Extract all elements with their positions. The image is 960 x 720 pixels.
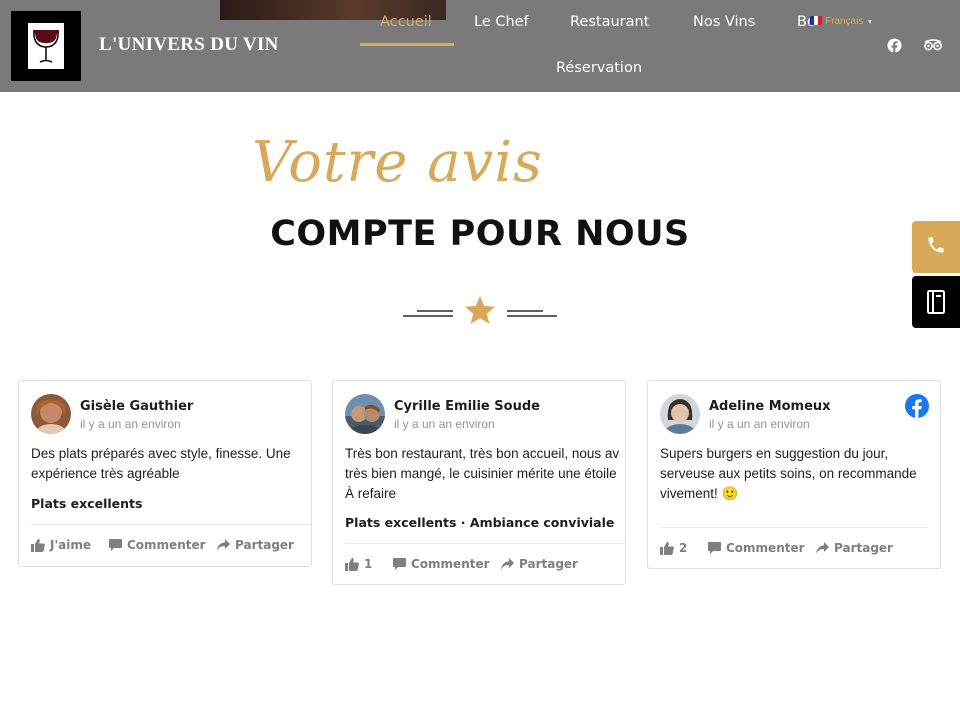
language-label: Français bbox=[825, 16, 864, 27]
review-text-line: Supers burgers en suggestion du jour, bbox=[660, 446, 889, 461]
divider bbox=[345, 543, 625, 544]
wine-glass-logo-icon bbox=[28, 23, 64, 69]
review-text-line: expérience très agréable bbox=[31, 466, 180, 481]
review-text-line: Des plats préparés avec style, finesse. … bbox=[31, 446, 291, 461]
share-icon bbox=[217, 539, 230, 551]
thumbs-up-icon bbox=[660, 541, 674, 555]
book-icon bbox=[927, 290, 945, 314]
comment-button[interactable]: Commenter bbox=[708, 541, 805, 555]
page-title: COMPTE POUR NOUS bbox=[270, 214, 690, 254]
review-text: Très bon restaurant, très bon accueil, n… bbox=[345, 444, 625, 504]
review-text-line: Très bon restaurant, très bon accueil, n… bbox=[345, 446, 620, 461]
comment-icon bbox=[393, 558, 406, 570]
avatar[interactable] bbox=[660, 394, 700, 434]
reviewer-photo-icon bbox=[345, 394, 385, 434]
comment-icon bbox=[708, 542, 721, 554]
like-count: 1 bbox=[364, 557, 373, 571]
nav-active-underline bbox=[360, 43, 454, 46]
star-divider-icon bbox=[403, 296, 557, 324]
chevron-down-icon: ▼ bbox=[866, 19, 874, 26]
share-button[interactable]: Partager bbox=[816, 541, 893, 555]
like-count: 2 bbox=[679, 541, 688, 555]
nav-le-chef[interactable]: Le Chef bbox=[474, 14, 529, 30]
like-button[interactable]: 2 bbox=[660, 541, 687, 555]
review-text-line: À refaire bbox=[345, 486, 397, 501]
divider bbox=[31, 524, 311, 525]
reviewer-name[interactable]: Adeline Momeux bbox=[709, 399, 831, 414]
reviewer-name[interactable]: Gisèle Gauthier bbox=[80, 399, 193, 414]
like-label: J'aime bbox=[50, 538, 91, 552]
like-button[interactable]: J'aime bbox=[31, 538, 91, 552]
share-label: Partager bbox=[519, 557, 578, 571]
comment-label: Commenter bbox=[726, 541, 805, 555]
review-text-line: vivement! 🙂 bbox=[660, 486, 739, 501]
site-header: L'UNIVERS DU VIN Accueil Le Chef Restaur… bbox=[0, 0, 960, 92]
review-text-line: très bien mangé, le cuisinier mérite une… bbox=[345, 466, 617, 481]
review-card: Cyrille Emilie Soude il y a un an enviro… bbox=[332, 380, 626, 585]
nav-accueil[interactable]: Accueil bbox=[380, 14, 432, 30]
thumbs-up-icon bbox=[345, 557, 359, 571]
share-icon bbox=[816, 542, 829, 554]
thumbs-up-icon bbox=[31, 538, 45, 552]
avatar[interactable] bbox=[345, 394, 385, 434]
share-button[interactable]: Partager bbox=[217, 538, 294, 552]
review-card: Gisèle Gauthier il y a un an environ Des… bbox=[18, 380, 312, 567]
share-icon bbox=[501, 558, 514, 570]
review-time[interactable]: il y a un an environ bbox=[80, 417, 181, 431]
logo[interactable] bbox=[11, 11, 81, 81]
phone-button[interactable] bbox=[912, 221, 960, 273]
reviewer-name[interactable]: Cyrille Emilie Soude bbox=[394, 399, 540, 414]
review-time[interactable]: il y a un an environ bbox=[394, 417, 495, 431]
nav-reservation[interactable]: Réservation bbox=[556, 60, 642, 76]
review-tags: Plats excellents bbox=[31, 496, 143, 511]
comment-label: Commenter bbox=[127, 538, 206, 552]
comment-label: Commenter bbox=[411, 557, 490, 571]
review-text: Supers burgers en suggestion du jour, se… bbox=[660, 444, 940, 504]
comment-button[interactable]: Commenter bbox=[109, 538, 206, 552]
french-flag-icon bbox=[810, 16, 822, 25]
comment-button[interactable]: Commenter bbox=[393, 557, 490, 571]
facebook-icon[interactable] bbox=[887, 38, 902, 53]
review-text-line: serveuse aux petits soins, on recommande bbox=[660, 466, 917, 481]
divider bbox=[660, 527, 928, 528]
avatar[interactable] bbox=[31, 394, 71, 434]
brand-name[interactable]: L'UNIVERS DU VIN bbox=[99, 34, 279, 56]
script-title: Votre avis bbox=[252, 130, 543, 195]
share-label: Partager bbox=[235, 538, 294, 552]
phone-icon bbox=[928, 237, 944, 253]
review-tags: Plats excellents · Ambiance conviviale bbox=[345, 515, 615, 530]
review-card: Adeline Momeux il y a un an environ Supe… bbox=[647, 380, 941, 569]
facebook-icon[interactable] bbox=[905, 394, 929, 418]
like-button[interactable]: 1 bbox=[345, 557, 372, 571]
review-text: Des plats préparés avec style, finesse. … bbox=[31, 444, 311, 484]
tripadvisor-icon[interactable] bbox=[924, 39, 942, 52]
share-button[interactable]: Partager bbox=[501, 557, 578, 571]
review-time[interactable]: il y a un an environ bbox=[709, 417, 810, 431]
nav-nos-vins[interactable]: Nos Vins bbox=[693, 14, 755, 30]
comment-icon bbox=[109, 539, 122, 551]
reviewer-photo-icon bbox=[31, 394, 71, 434]
language-selector[interactable]: Français ▼ bbox=[810, 16, 873, 27]
reviewer-photo-icon bbox=[660, 394, 700, 434]
menu-book-button[interactable] bbox=[912, 276, 960, 328]
share-label: Partager bbox=[834, 541, 893, 555]
nav-restaurant[interactable]: Restaurant bbox=[570, 14, 649, 30]
